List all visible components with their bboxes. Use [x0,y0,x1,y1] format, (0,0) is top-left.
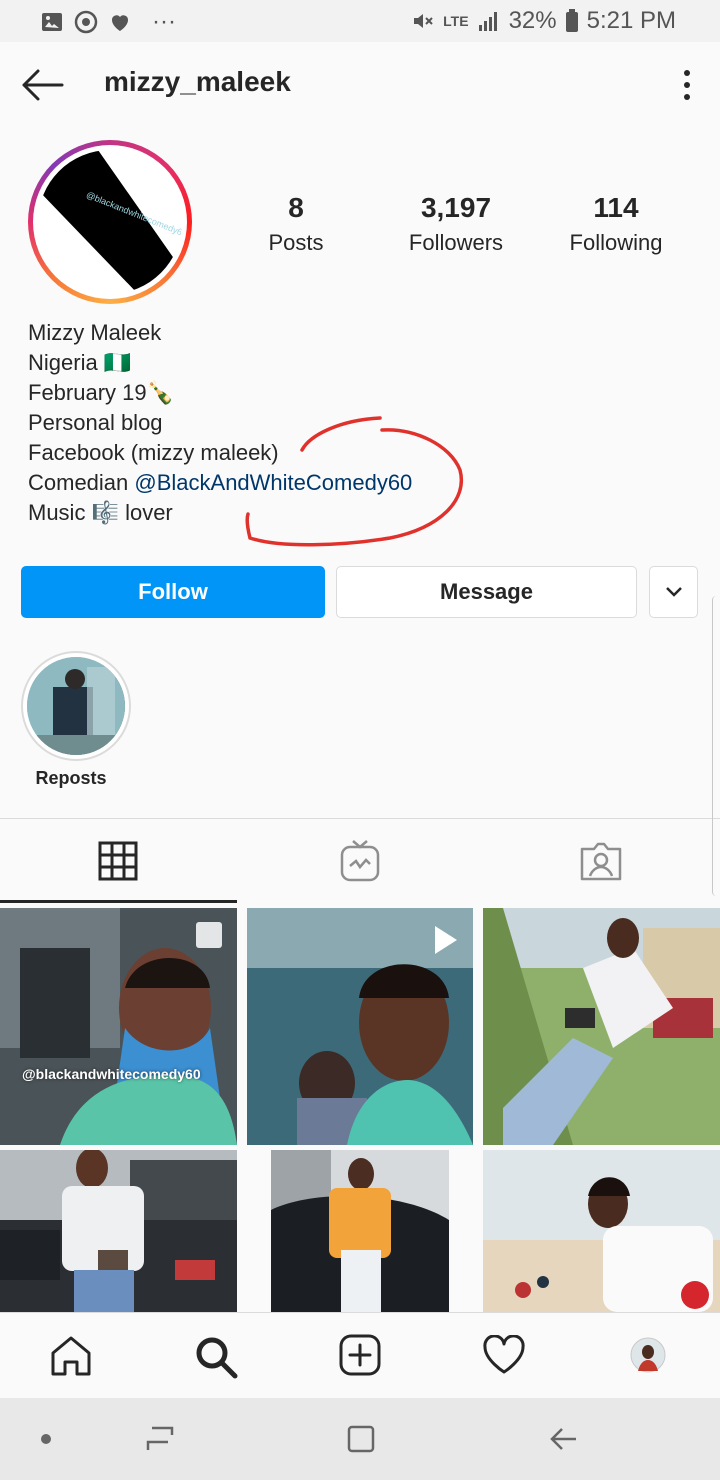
post-caption-overlay: @blackandwhitecomedy60 [22,1066,201,1082]
followers-count: 3,197 [420,192,492,223]
post-thumbnail [0,1150,237,1312]
post-tile-5[interactable] [271,1150,449,1312]
avatar[interactable]: @blackandwhitecomedy60 [38,150,182,294]
following-count: 114 [593,192,639,223]
bottom-navigation [0,1312,720,1399]
battery-percent: 32% [508,7,557,34]
heart-notification-icon [111,15,129,31]
clock: 5:21 PM [586,7,676,34]
bio-line-country: Nigeria 🇳🇬 [28,350,132,375]
post-tile-1[interactable]: @blackandwhitecomedy60 [0,908,237,1145]
system-back-icon[interactable] [548,1424,578,1454]
status-icons-right: LTE 32% 5:21 PM [411,7,676,35]
bio-line-birthday: February 19🍾 [28,380,175,405]
signal-icon [478,12,497,31]
grid-icon[interactable] [98,841,138,881]
profile-tabs [0,818,720,905]
followers-label: Followers [408,230,504,255]
bio-comedian-prefix: Comedian [28,470,135,495]
options-kebab-icon[interactable] [678,68,696,102]
post-tile-6[interactable] [483,1150,720,1312]
tagged-icon[interactable] [580,841,622,881]
activity-heart-icon[interactable] [482,1335,526,1375]
highlight-cover-image [27,657,125,755]
post-thumbnail [0,908,237,1145]
recent-apps-icon[interactable] [144,1424,176,1454]
avatar-image: @blackandwhitecomedy60 [38,150,182,294]
post-thumbnail [483,908,720,1145]
active-tab-indicator [0,900,237,903]
post-tile-4[interactable] [0,1150,237,1312]
nav-dot-icon [41,1434,51,1444]
system-navigation-bar [0,1398,720,1480]
highlight-cover[interactable] [27,657,125,755]
posts-label: Posts [268,230,324,255]
post-tile-2[interactable] [247,908,473,1145]
stat-posts: 8 Posts [226,192,366,256]
bio-name: Mizzy Maleek [28,320,162,345]
following-label: Following [569,230,663,255]
igtv-icon[interactable] [340,839,380,883]
status-icons-left: ··· [40,8,176,36]
follow-button[interactable]: Follow [21,566,325,618]
gallery-icon [42,13,62,31]
mute-icon [414,14,433,28]
profile-avatar-icon[interactable] [630,1337,666,1373]
profile-username: mizzy_maleek [104,66,291,97]
red-circle-annotation [245,416,464,547]
new-post-icon[interactable] [338,1333,382,1377]
post-thumbnail [271,1150,449,1312]
posts-count: 8 [288,192,304,223]
home-icon[interactable] [50,1335,92,1377]
post-thumbnail [483,1150,720,1312]
status-bar: ··· LTE 32% 5:21 PM [0,0,720,42]
post-thumbnail [247,908,473,1145]
suggested-accounts-button[interactable] [649,566,698,618]
instagram-notification-icon [74,10,98,34]
message-button[interactable]: Message [336,566,637,618]
scrollbar[interactable] [712,596,720,896]
home-button-icon[interactable] [346,1424,376,1454]
back-arrow-icon[interactable] [20,68,64,102]
highlight-label: Reposts [35,768,107,788]
chevron-down-icon [665,587,682,597]
search-icon[interactable] [194,1335,238,1379]
post-tile-3[interactable] [483,908,720,1145]
stat-followers[interactable]: 3,197 Followers [386,192,526,256]
stat-following[interactable]: 114 Following [546,192,686,256]
network-type: LTE [443,13,469,29]
battery-icon [565,9,578,32]
more-notifications: ··· [152,8,176,35]
